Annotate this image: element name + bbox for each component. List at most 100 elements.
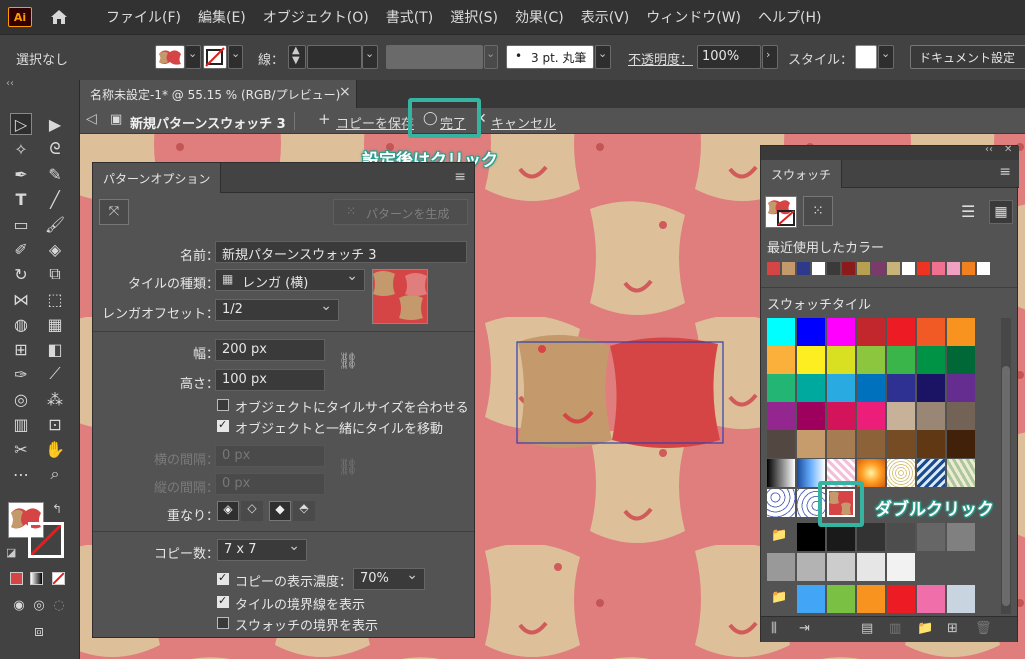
color-swatch[interactable] — [767, 318, 795, 346]
recent-color-swatch[interactable] — [797, 262, 810, 275]
draw-inside-icon[interactable]: ◌ — [48, 594, 70, 616]
swap-fill-stroke-icon[interactable]: ↰ — [52, 502, 62, 516]
symbol-sprayer-tool-icon[interactable]: ⁂ — [44, 388, 66, 410]
perspective-grid-tool-icon[interactable]: ▦ — [44, 313, 66, 335]
brick-offset-dropdown[interactable]: 1/2 — [215, 298, 339, 321]
recent-color-swatch[interactable] — [977, 262, 990, 275]
recent-color-swatch[interactable] — [947, 262, 960, 275]
height-field[interactable]: 100 px — [215, 369, 325, 391]
eyedropper-tool-icon[interactable]: ✑ — [10, 363, 32, 385]
new-color-group-icon[interactable]: 📁 — [917, 621, 933, 636]
pattern-swatch-green[interactable] — [947, 459, 975, 487]
swatch-options-footer-icon[interactable]: ▥ — [889, 621, 901, 636]
close-tab-icon[interactable]: × — [339, 84, 351, 100]
free-transform-tool-icon[interactable]: ⬚ — [44, 288, 66, 310]
color-swatch[interactable] — [887, 374, 915, 402]
delete-swatch-icon[interactable]: 🗑 — [975, 621, 992, 636]
color-swatch[interactable] — [827, 346, 855, 374]
generate-pattern-button[interactable]: ⁙ パターンを生成 — [333, 199, 468, 225]
stroke-color-indicator[interactable] — [28, 522, 64, 558]
width-field[interactable]: 200 px — [215, 339, 325, 361]
opacity-input[interactable]: 100% — [697, 45, 761, 69]
fill-dropdown[interactable]: ⌄ — [186, 45, 201, 69]
color-swatch[interactable] — [857, 430, 885, 458]
back-arrow-icon[interactable]: ◁ — [86, 111, 97, 127]
screen-mode-icon[interactable]: ⧈ — [28, 620, 50, 642]
color-swatch[interactable] — [767, 402, 795, 430]
menu-edit[interactable]: 編集(E) — [198, 7, 246, 27]
gray-swatch[interactable] — [857, 553, 885, 581]
mesh-tool-icon[interactable]: ⊞ — [10, 338, 32, 360]
pattern-swatch-dots[interactable] — [887, 459, 915, 487]
none-mode-icon[interactable] — [52, 572, 65, 585]
home-icon[interactable] — [48, 6, 70, 28]
menu-window[interactable]: ウィンドウ(W) — [646, 7, 741, 27]
color-swatch[interactable] — [827, 374, 855, 402]
line-tool-icon[interactable]: ╱ — [44, 188, 66, 210]
overlap-bottom-front-icon[interactable]: ⬘ — [293, 501, 315, 521]
menu-effect[interactable]: 効果(C) — [515, 7, 564, 27]
opacity-arrow[interactable]: › — [762, 45, 778, 69]
color-group-folder-icon[interactable]: 📁 — [771, 528, 787, 543]
magic-wand-tool-icon[interactable]: ✧ — [10, 138, 32, 160]
close-panel-icon[interactable]: ✕ — [1004, 144, 1012, 155]
fill-swatch[interactable] — [155, 45, 185, 69]
show-tile-edge-checkbox[interactable] — [217, 594, 229, 608]
color-swatch[interactable] — [887, 430, 915, 458]
pattern-swatch-outline[interactable] — [767, 489, 795, 517]
gray-swatch[interactable] — [797, 523, 825, 551]
menu-type[interactable]: 書式(T) — [386, 7, 433, 27]
recent-color-swatch[interactable] — [827, 262, 840, 275]
color-swatch[interactable] — [947, 430, 975, 458]
color-swatch[interactable] — [797, 430, 825, 458]
rotate-tool-icon[interactable]: ↻ — [10, 263, 32, 285]
color-swatch[interactable] — [857, 374, 885, 402]
color-swatch[interactable] — [917, 402, 945, 430]
group-color-swatch[interactable] — [797, 585, 825, 613]
draw-behind-icon[interactable]: ◎ — [28, 594, 50, 616]
gray-swatch[interactable] — [797, 553, 825, 581]
recent-color-swatch[interactable] — [767, 262, 780, 275]
gray-swatch[interactable] — [767, 553, 795, 581]
menu-object[interactable]: オブジェクト(O) — [263, 7, 369, 27]
color-swatch[interactable] — [887, 318, 915, 346]
slice-tool-icon[interactable]: ✂ — [10, 438, 32, 460]
color-swatch[interactable] — [947, 374, 975, 402]
color-swatch[interactable] — [767, 430, 795, 458]
menu-file[interactable]: ファイル(F) — [106, 7, 181, 27]
gradient-tool-icon[interactable]: ◧ — [44, 338, 66, 360]
rectangle-tool-icon[interactable]: ▭ — [10, 213, 32, 235]
swatches-menu-icon[interactable]: ≡ — [999, 164, 1011, 180]
scrollbar-thumb[interactable] — [1002, 366, 1010, 606]
import-swatch-icon[interactable]: ⇥ — [799, 621, 810, 636]
style-dropdown[interactable]: ⌄ — [878, 45, 894, 69]
overlap-top-front-icon[interactable]: ◆ — [269, 501, 291, 521]
color-group-folder-icon[interactable]: 📁 — [771, 590, 787, 605]
opacity-label[interactable]: 不透明度： — [628, 49, 693, 68]
copies-dropdown[interactable]: 7 x 7 — [217, 538, 307, 561]
variable-width-profile[interactable] — [386, 45, 483, 69]
swatch-scrollbar[interactable] — [1001, 318, 1011, 614]
cancel-button[interactable]: キャンセル — [491, 113, 556, 132]
gray-swatch[interactable] — [827, 553, 855, 581]
group-color-swatch[interactable] — [827, 585, 855, 613]
edit-toolbar-icon[interactable]: ⋯ — [10, 463, 32, 485]
swatch-options-icon[interactable]: ⁙ — [803, 196, 833, 226]
stroke-stepper[interactable]: ▲ ▼ — [288, 45, 306, 69]
lasso-tool-icon[interactable]: ᘓ — [44, 138, 66, 160]
gradient-swatch-black[interactable] — [767, 459, 795, 487]
type-tool-icon[interactable]: T — [10, 188, 32, 210]
color-swatch[interactable] — [797, 374, 825, 402]
group-color-swatch[interactable] — [917, 585, 945, 613]
library-menu-icon[interactable]: ⫼ — [771, 621, 777, 636]
show-swatch-bounds-checkbox[interactable] — [217, 617, 229, 629]
show-kinds-icon[interactable]: ▤ — [861, 621, 873, 636]
save-copy-button[interactable]: コピーを保存 — [336, 113, 414, 132]
swatches-tab[interactable]: スウォッチ — [761, 160, 843, 188]
recent-color-swatch[interactable] — [782, 262, 795, 275]
recent-color-swatch[interactable] — [857, 262, 870, 275]
scale-tool-icon[interactable]: ⧉ — [44, 263, 66, 285]
shaper-tool-icon[interactable]: ✐ — [10, 238, 32, 260]
profile-dropdown[interactable]: ⌄ — [484, 45, 498, 69]
color-swatch[interactable] — [947, 318, 975, 346]
